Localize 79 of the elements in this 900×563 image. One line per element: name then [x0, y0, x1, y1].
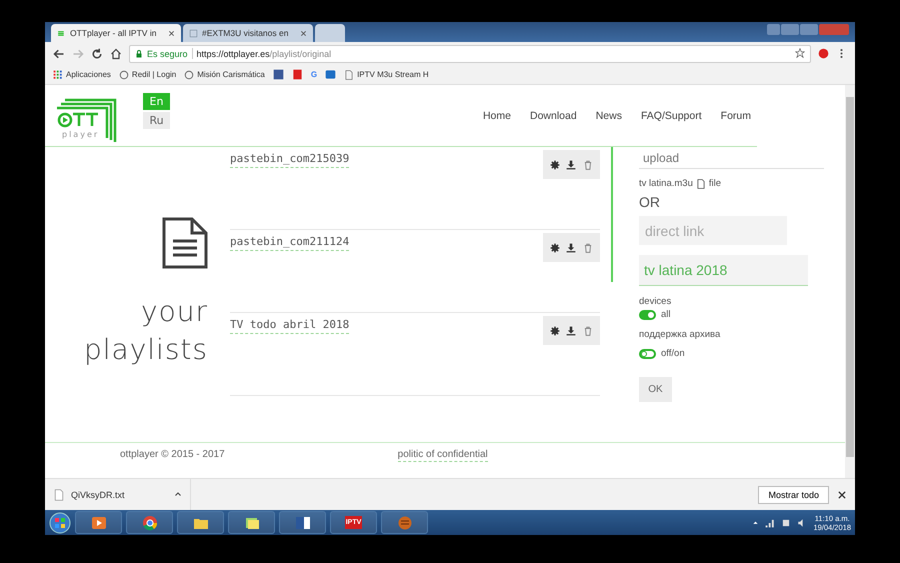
tab-title: OTTplayer - all IPTV in: [70, 28, 158, 38]
language-button[interactable]: Ru: [143, 112, 170, 128]
file-link[interactable]: file: [708, 178, 722, 189]
toggle-switch[interactable]: [639, 310, 656, 320]
globe-icon: [118, 70, 129, 80]
apps-grid-icon: [53, 70, 63, 80]
secure-label: Es seguro: [147, 48, 188, 58]
forward-icon: [72, 48, 84, 60]
document-icon: [162, 217, 208, 269]
direct-link-field[interactable]: direct link: [639, 216, 787, 245]
document-icon: [294, 514, 310, 530]
nav-link[interactable]: News: [596, 110, 622, 122]
show-all-button[interactable]: Mostrar todo: [758, 486, 829, 504]
trash-icon: [582, 326, 593, 336]
caret-icon: [174, 490, 182, 498]
play-icon: [90, 514, 106, 530]
close-button[interactable]: [819, 24, 849, 35]
home-icon: [110, 48, 122, 60]
trash-icon: [582, 160, 593, 170]
copyright-text: ottplayer © 2015 - 2017: [120, 449, 225, 462]
ott-player-logo: player: [57, 90, 123, 142]
nav-link[interactable]: Download: [530, 110, 577, 122]
toggle-option: off/on: [661, 348, 685, 359]
user-button[interactable]: [767, 24, 780, 35]
address-bar[interactable]: Es seguro https://ottplayer.es/playlist/original: [129, 44, 811, 62]
maximize-button[interactable]: [800, 24, 818, 35]
toggle-switch[interactable]: [639, 348, 656, 358]
file-icon: [696, 178, 706, 188]
settings-icon: [550, 326, 560, 336]
toggle-option: all: [661, 309, 671, 320]
trash-icon: [582, 242, 593, 252]
bookmark[interactable]: Misión Carismática: [197, 70, 265, 79]
lock-icon: [135, 50, 143, 58]
nav-link[interactable]: Forum: [720, 110, 751, 122]
download-icon: [566, 160, 576, 170]
nav-link[interactable]: FAQ/Support: [640, 110, 702, 122]
start-button[interactable]: [49, 512, 71, 534]
settings-icon: [550, 160, 560, 170]
browser-tab[interactable]: OTTplayer - all IPTV in: [51, 24, 181, 42]
privacy-link[interactable]: politic of confidential: [398, 449, 488, 462]
file-name: tv latina.m3u: [639, 178, 693, 189]
ok-button[interactable]: OK: [639, 377, 672, 402]
reload-icon: [91, 48, 103, 60]
tab-title: #EXTM3U visitanos en: [202, 28, 290, 38]
scrollbar[interactable]: [845, 85, 855, 478]
bookmark[interactable]: IPTV M3u Stream H: [357, 70, 429, 79]
browser-icon: [142, 514, 158, 530]
back-icon: [53, 48, 65, 60]
star-icon: [795, 48, 805, 58]
or-label: OR: [639, 194, 661, 210]
caret-icon: [752, 519, 760, 526]
download-icon: [566, 326, 576, 336]
toggle-label: devices: [639, 296, 672, 307]
playlist-name[interactable]: pastebin_com215039: [230, 152, 350, 168]
file-icon: [53, 488, 65, 500]
page-icon: [189, 28, 198, 38]
nav-link[interactable]: Home: [482, 110, 511, 122]
playlist-name[interactable]: pastebin_com211124: [230, 235, 350, 251]
playlists-heading: your: [141, 294, 208, 330]
close-icon: [300, 30, 307, 36]
minimize-button[interactable]: [781, 24, 799, 35]
close-icon: [837, 490, 847, 500]
browser-tab[interactable]: [315, 24, 345, 42]
settings-icon: [550, 242, 560, 252]
download-file-name[interactable]: QiVksyDR.txt: [71, 490, 125, 500]
url-host: https://ottplayer.es: [196, 48, 270, 58]
browser-tab[interactable]: #EXTM3U visitanos en: [183, 24, 313, 42]
page-icon: [344, 70, 354, 80]
bookmark[interactable]: Redil | Login: [132, 70, 176, 79]
url-path: /playlist/original: [270, 48, 332, 58]
close-icon: [168, 30, 175, 36]
playlist-name[interactable]: TV todo abril 2018: [230, 318, 350, 334]
globe-icon: [184, 70, 194, 80]
signal-icon: [765, 518, 776, 528]
toggle-label: поддержка архива: [639, 329, 722, 340]
bookmark[interactable]: Aplicaciones: [66, 70, 111, 79]
playlists-heading: playlists: [84, 332, 208, 368]
download-icon: [566, 242, 576, 252]
stop-sign-icon: [818, 48, 829, 59]
